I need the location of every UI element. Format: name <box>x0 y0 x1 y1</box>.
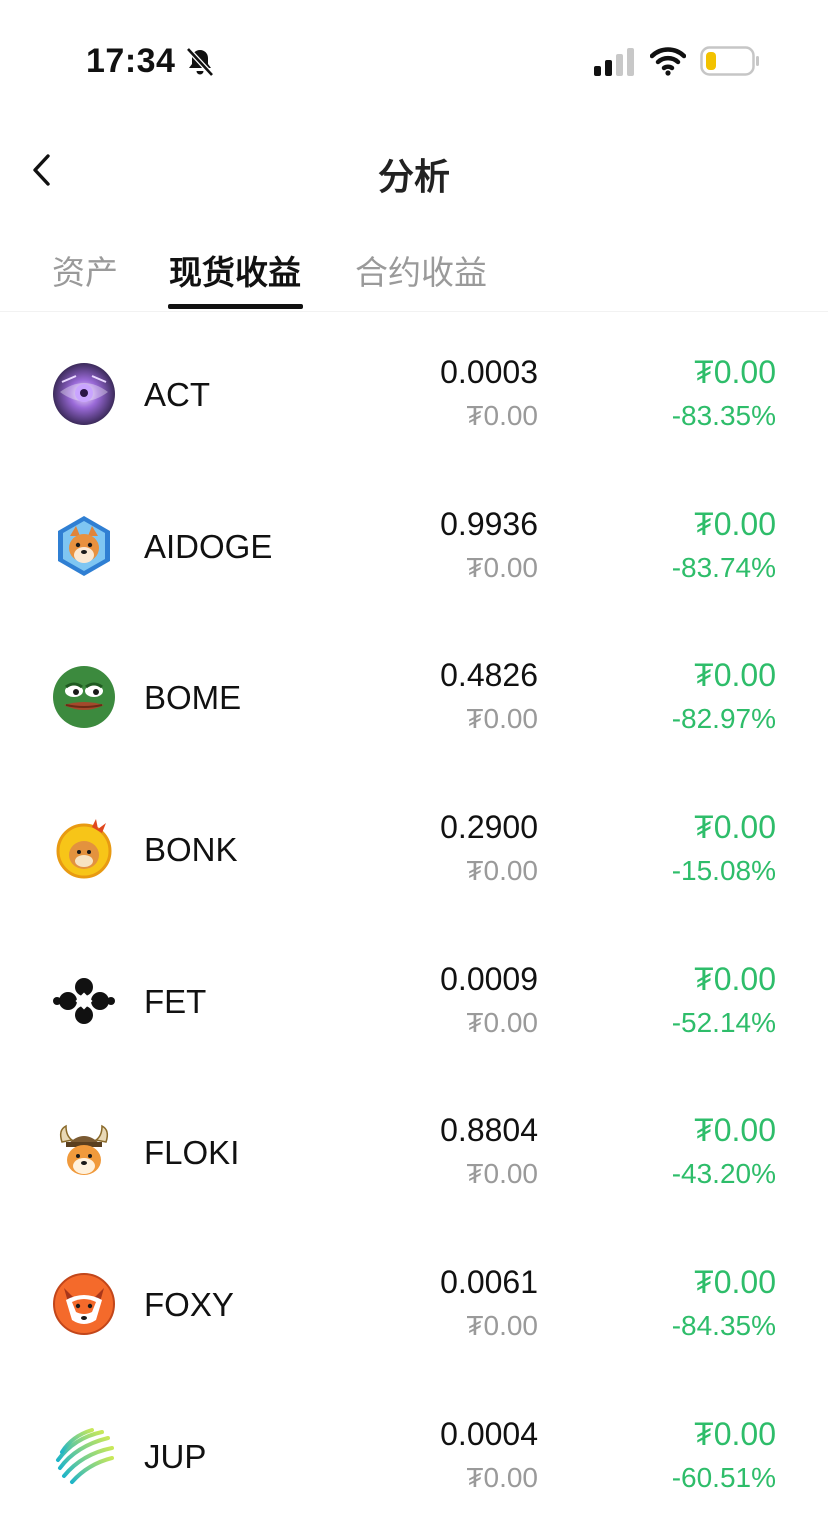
holding-value: ₮0.00 <box>466 1006 538 1038</box>
pnl-value: ₮0.00 <box>694 1415 776 1452</box>
holding-amount: 0.9936 <box>440 505 538 542</box>
holding-value: ₮0.00 <box>466 703 538 735</box>
spot-pnl-list: ACT 0.0003 ₮0.00 ₮0.00 -83.35% AIDOGE 0.… <box>0 318 828 1525</box>
coin-name: FOXY <box>144 1286 234 1324</box>
coin-name: FET <box>144 982 207 1020</box>
cellular-signal-icon <box>594 48 634 76</box>
coin-name: ACT <box>144 376 210 413</box>
bell-muted-icon <box>186 47 214 77</box>
foxy-logo-icon <box>53 1273 115 1336</box>
list-item[interactable]: FET 0.0009 ₮0.00 ₮0.00 -52.14% <box>0 925 828 1077</box>
list-item[interactable]: BOME 0.4826 ₮0.00 ₮0.00 -82.97% <box>0 621 828 773</box>
pnl-percent: -60.51% <box>671 1461 776 1493</box>
coin-name: AIDOGE <box>144 527 273 565</box>
pnl-value: ₮0.00 <box>694 505 776 542</box>
coin-name: BONK <box>144 831 238 869</box>
pnl-percent: -43.20% <box>671 1158 776 1190</box>
pnl-value: ₮0.00 <box>694 354 776 390</box>
jup-logo-icon <box>56 1427 114 1484</box>
pnl-percent: -83.74% <box>671 551 776 583</box>
list-item[interactable]: BONK 0.2900 ₮0.00 ₮0.00 -15.08% <box>0 773 828 925</box>
floki-logo-icon <box>59 1125 109 1176</box>
holding-value: ₮0.00 <box>466 855 538 887</box>
page-title: 分析 <box>377 156 450 197</box>
fet-logo-icon <box>53 977 115 1024</box>
tab-futures-pnl[interactable]: 合约收益 <box>355 246 487 294</box>
holding-amount: 0.0061 <box>440 1264 538 1301</box>
pnl-percent: -82.97% <box>671 703 776 735</box>
aidoge-logo-icon <box>58 515 110 576</box>
act-logo-icon <box>53 363 115 425</box>
holding-value: ₮0.00 <box>466 1310 538 1342</box>
pnl-value: ₮0.00 <box>694 1112 776 1149</box>
pnl-percent: -83.35% <box>671 400 776 431</box>
list-item[interactable]: ACT 0.0003 ₮0.00 ₮0.00 -83.35% <box>0 318 828 470</box>
holding-amount: 0.4826 <box>440 657 538 694</box>
tab-assets[interactable]: 资产 <box>52 246 118 294</box>
coin-name: FLOKI <box>144 1134 240 1172</box>
holding-amount: 0.8804 <box>440 1112 538 1149</box>
coin-name: BOME <box>144 679 242 717</box>
holding-amount: 0.0003 <box>440 354 538 390</box>
pnl-value: ₮0.00 <box>694 657 776 694</box>
bome-logo-icon <box>53 666 115 729</box>
nav-header: 分析 <box>0 130 828 210</box>
pnl-percent: -52.14% <box>671 1006 776 1038</box>
coin-name: JUP <box>144 1437 207 1475</box>
list-item[interactable]: JUP 0.0004 ₮0.00 ₮0.00 -60.51% <box>0 1380 828 1525</box>
pnl-percent: -15.08% <box>671 855 776 887</box>
pnl-value: ₮0.00 <box>694 1264 776 1301</box>
active-tab-indicator <box>168 304 303 309</box>
wifi-icon <box>650 47 686 76</box>
holding-amount: 0.0004 <box>440 1415 538 1452</box>
tab-spot-pnl[interactable]: 现货收益 <box>169 246 301 294</box>
pnl-percent: -84.35% <box>671 1310 776 1342</box>
pnl-value: ₮0.00 <box>694 809 776 846</box>
status-bar: 17:34 <box>0 0 828 110</box>
pnl-value: ₮0.00 <box>694 960 776 997</box>
holding-amount: 0.2900 <box>440 809 538 846</box>
bonk-logo-icon <box>56 819 112 879</box>
holding-value: ₮0.00 <box>466 400 538 431</box>
battery-icon <box>700 46 759 76</box>
holding-value: ₮0.00 <box>466 1158 538 1190</box>
list-item[interactable]: AIDOGE 0.9936 ₮0.00 ₮0.00 -83.74% <box>0 470 828 622</box>
status-time: 17:34 <box>86 42 176 80</box>
tab-bar: 资产 现货收益 合约收益 <box>0 240 828 312</box>
list-item[interactable]: FOXY 0.0061 ₮0.00 ₮0.00 -84.35% <box>0 1228 828 1380</box>
list-item[interactable]: FLOKI 0.8804 ₮0.00 ₮0.00 -43.20% <box>0 1076 828 1228</box>
holding-value: ₮0.00 <box>466 1461 538 1493</box>
holding-value: ₮0.00 <box>466 551 538 583</box>
holding-amount: 0.0009 <box>440 960 538 997</box>
